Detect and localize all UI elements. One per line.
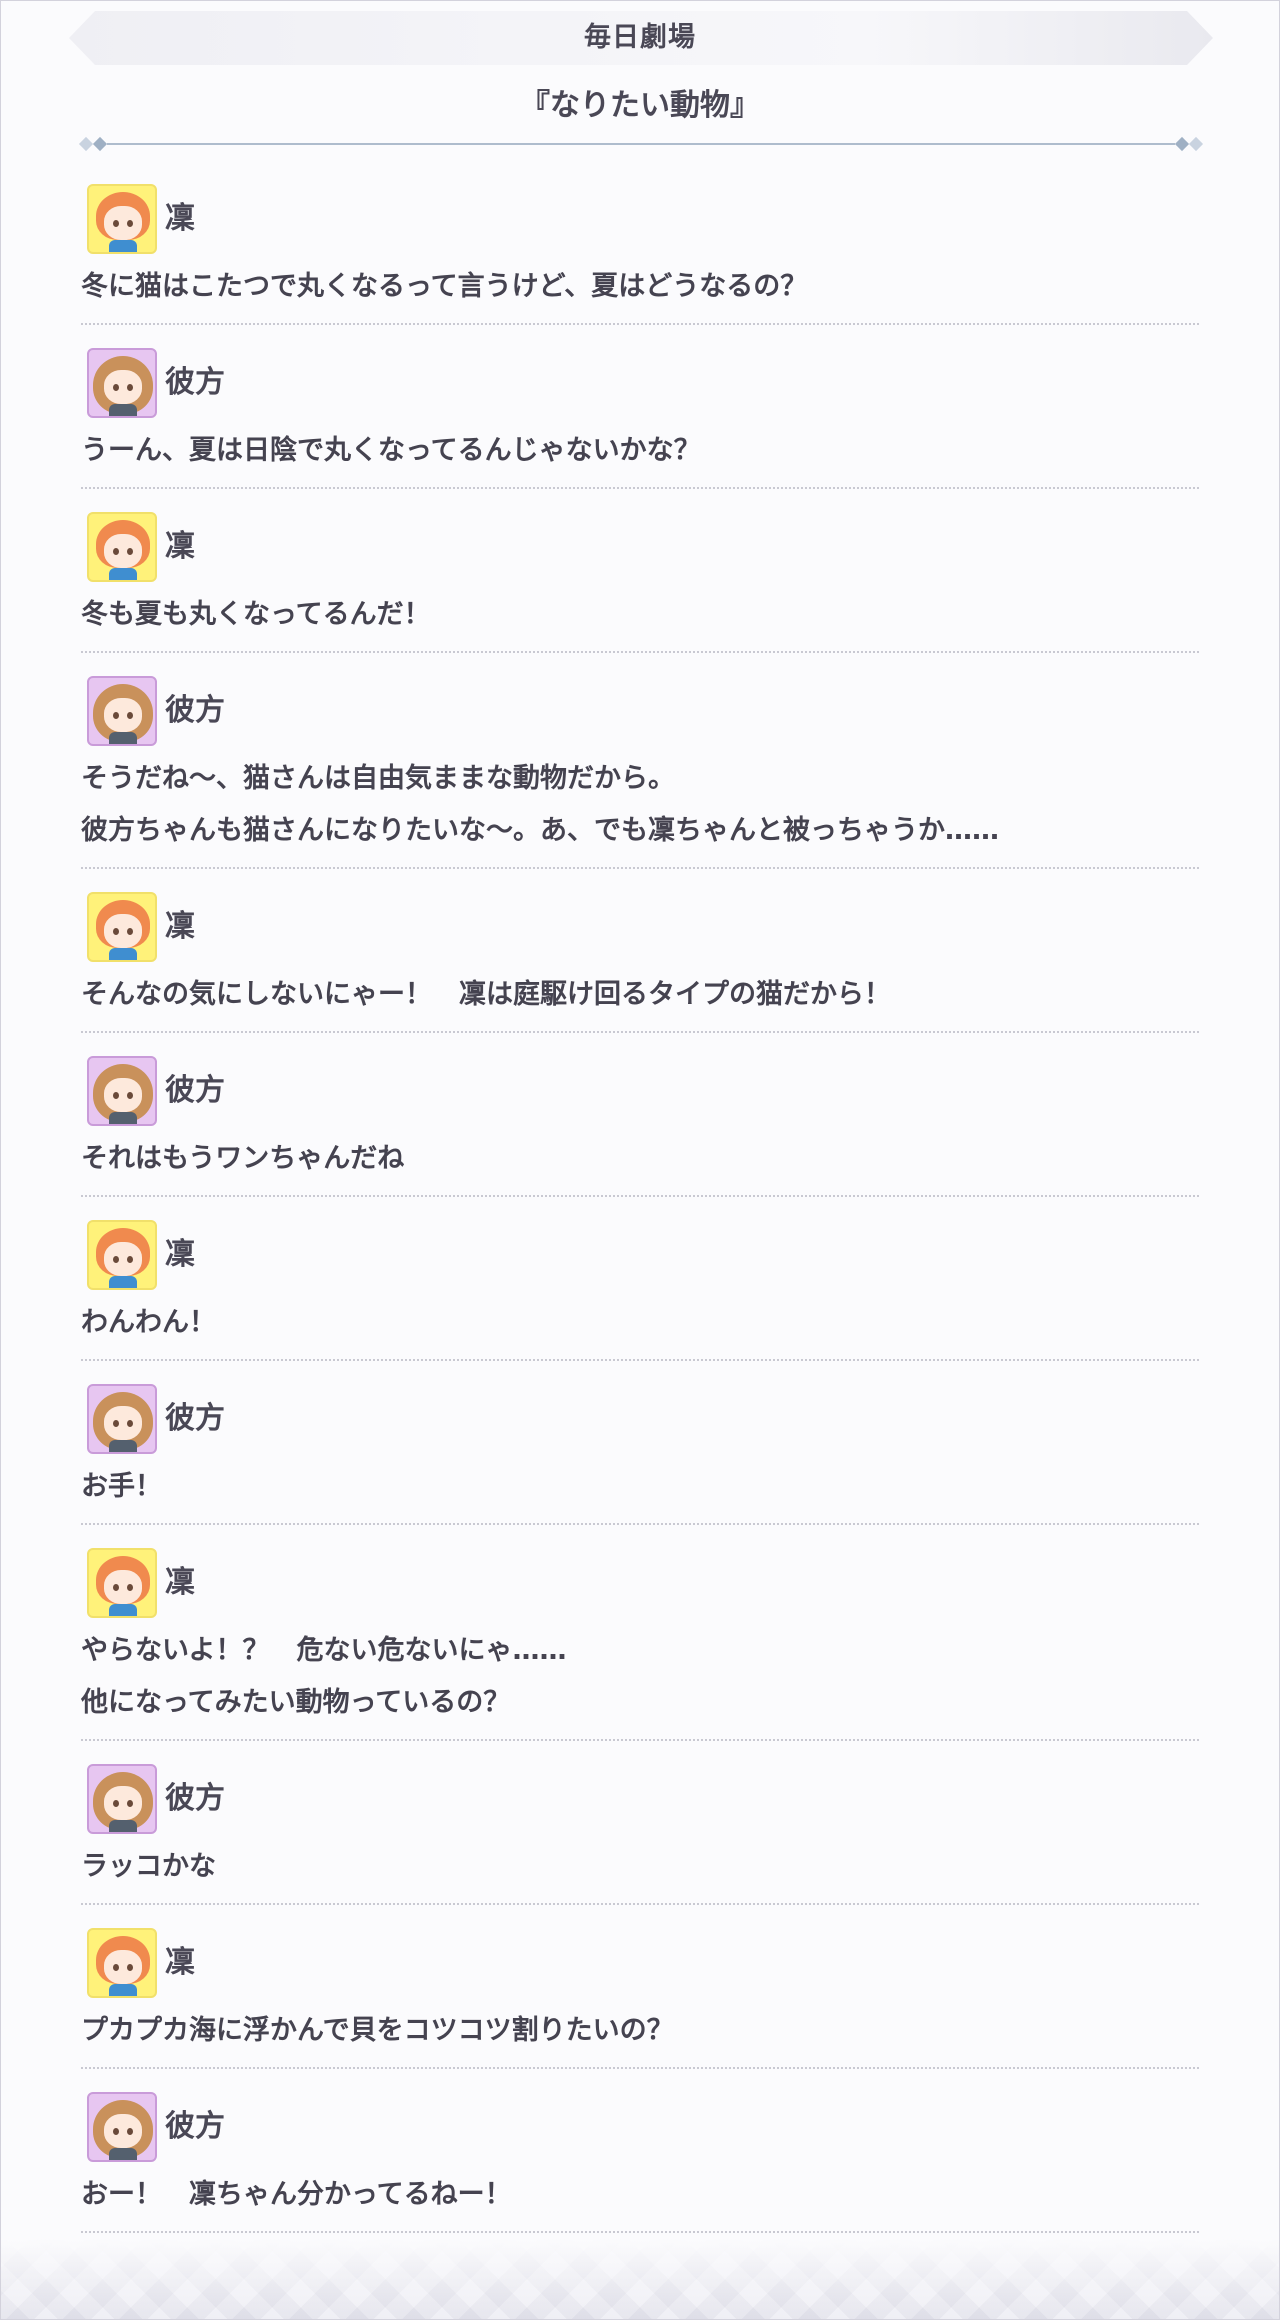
dialogue-line: おー！ 凜ちゃん分かってるねー！ [81,2179,512,2210]
rin-avatar [87,1548,157,1618]
speaker-name: 彼方 [165,1401,225,1436]
speaker-name: 凜 [165,201,195,236]
dialogue-line: 他になってみたい動物っているの？ [81,1687,511,1718]
divider-diamond-icon [92,136,108,152]
dialogue-line: それはもうワンちゃんだね [81,1143,405,1174]
divider-diamond-icon [78,136,94,152]
dialogue-line: プカプカ海に浮かんで貝をコツコツ割りたいの？ [81,2015,674,2046]
speaker-name: 彼方 [165,2109,225,2144]
divider-diamond-icon [1174,136,1190,152]
speaker-row: 凜 [81,1923,1199,2003]
dialogue-entry: 凜冬に猫はこたつで丸くなるって言うけど、夏はどうなるの？ [81,179,1199,325]
speaker-row: 凜 [81,507,1199,587]
kanata-avatar [87,2092,157,2162]
speaker-name: 彼方 [165,1073,225,1108]
kanata-avatar [87,676,157,746]
speaker-name: 凜 [165,529,195,564]
dialogue-list: 凜冬に猫はこたつで丸くなるって言うけど、夏はどうなるの？ 彼方 うーん、夏は日陰で丸… [81,179,1199,2251]
dialogue-line: うーん、夏は日陰で丸くなってるんじゃないかな？ [81,435,701,466]
speaker-row: 彼方 [81,343,1199,423]
kanata-avatar [87,1764,157,1834]
dialogue-entry: 凜そんなの気にしないにゃー！ 凜は庭駆け回るタイプの猫だから！ [81,887,1199,1033]
speaker-row: 彼方 [81,2087,1199,2167]
dialogue-line: ラッコかな [81,1851,216,1882]
kanata-avatar [87,1384,157,1454]
speaker-name: 凜 [165,909,195,944]
speaker-row: 彼方 [81,1759,1199,1839]
speaker-row: 凜 [81,887,1199,967]
rin-avatar [87,1928,157,1998]
divider-diamond-icon [1188,136,1204,152]
dialogue-entry: 彼方うーん、夏は日陰で丸くなってるんじゃないかな？ [81,343,1199,489]
dialogue-entry: 彼方そうだね～、猫さんは自由気ままな動物だから。彼方ちゃんも猫さんになりたいな～… [81,671,1199,869]
dialogue-line: そうだね～、猫さんは自由気ままな動物だから。 [81,763,675,794]
daily-theater-panel: 毎日劇場 『なりたい動物』 凜冬に猫はこたつで丸くなるって言うけど、夏はどうなる… [0,0,1280,2320]
bottom-decoration [1,2239,1279,2319]
dialogue-entry: 彼方それはもうワンちゃんだね [81,1051,1199,1197]
speaker-name: 彼方 [165,1781,225,1816]
speaker-name: 凜 [165,1237,195,1272]
rin-avatar [87,892,157,962]
dialogue-entry: 彼方お手！ [81,1379,1199,1525]
rin-avatar [87,1220,157,1290]
dialogue-line: 冬に猫はこたつで丸くなるって言うけど、夏はどうなるの？ [81,271,808,302]
dialogue-line: わんわん！ [81,1307,216,1338]
story-title: 『なりたい動物』 [520,88,760,123]
speaker-row: 凜 [81,1215,1199,1295]
dialogue-line: 彼方ちゃんも猫さんになりたいな～。あ、でも凜ちゃんと被っちゃうか…… [81,815,999,846]
speaker-name: 彼方 [165,365,225,400]
title-divider [78,136,1204,152]
speaker-name: 凜 [165,1565,195,1600]
dialogue-line: お手！ [81,1471,162,1502]
dialogue-line: やらないよ！？ 危ない危ないにゃ…… [81,1635,567,1666]
dialogue-line: 冬も夏も丸くなってるんだ！ [81,599,431,630]
dialogue-line: そんなの気にしないにゃー！ 凜は庭駆け回るタイプの猫だから！ [81,979,891,1010]
dialogue-entry: 彼方おー！ 凜ちゃん分かってるねー！ [81,2087,1199,2233]
dialogue-entry: 凜プカプカ海に浮かんで貝をコツコツ割りたいの？ [81,1923,1199,2069]
dialogue-entry: 彼方ラッコかな [81,1759,1199,1905]
dialogue-entry: 凜冬も夏も丸くなってるんだ！ [81,507,1199,653]
kanata-avatar [87,348,157,418]
speaker-row: 凜 [81,179,1199,259]
dialogue-entry: 凜わんわん！ [81,1215,1199,1361]
kanata-avatar [87,1056,157,1126]
speaker-row: 彼方 [81,1051,1199,1131]
section-title: 毎日劇場 [584,22,696,53]
speaker-name: 凜 [165,1945,195,1980]
dialogue-entry: 凜やらないよ！？ 危ない危ないにゃ…… 他になってみたい動物っているの？ [81,1543,1199,1741]
rin-avatar [87,184,157,254]
speaker-row: 凜 [81,1543,1199,1623]
speaker-row: 彼方 [81,671,1199,751]
rin-avatar [87,512,157,582]
speaker-name: 彼方 [165,693,225,728]
speaker-row: 彼方 [81,1379,1199,1459]
